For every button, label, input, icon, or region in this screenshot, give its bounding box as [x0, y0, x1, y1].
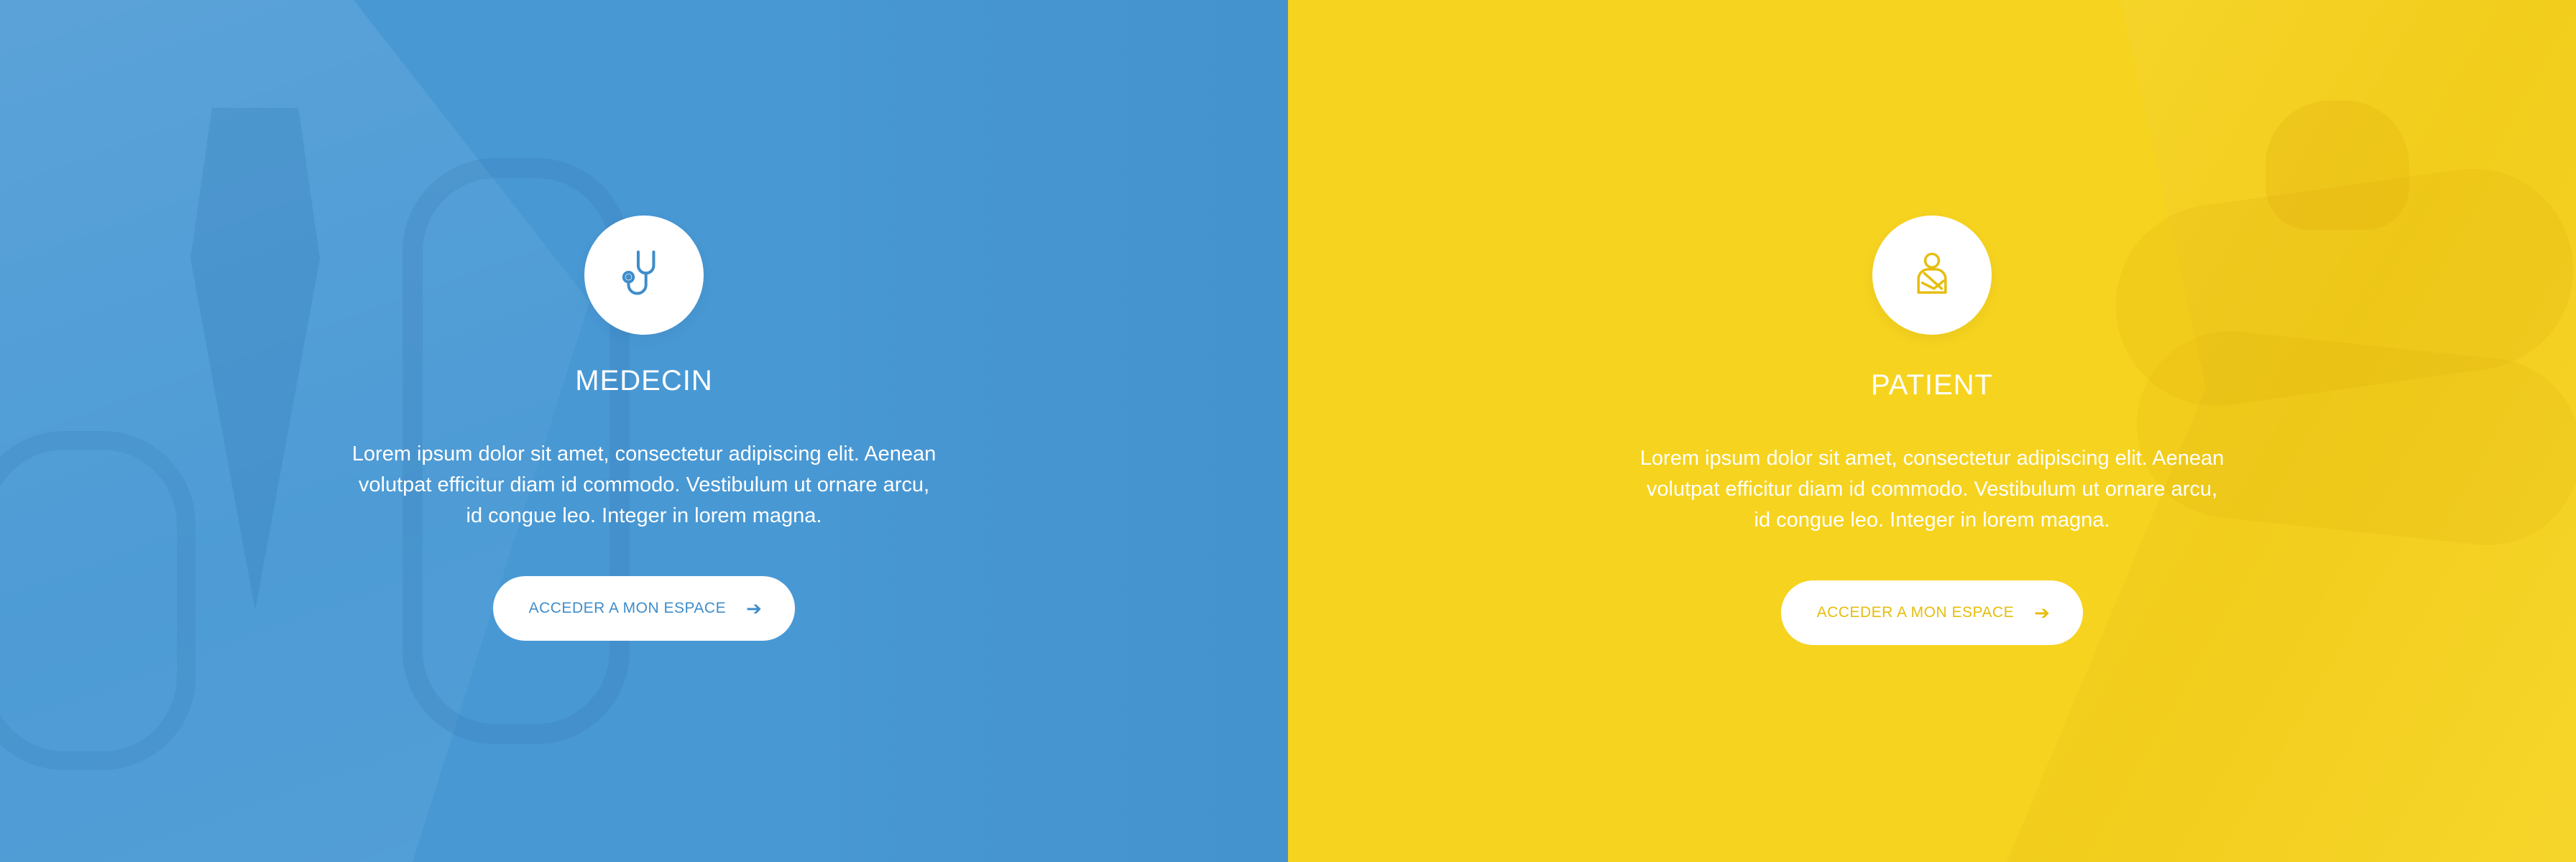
- arrow-right-icon: ➔: [746, 598, 763, 619]
- patient-access-button[interactable]: ACCEDER A MON ESPACE ➔: [1780, 580, 2084, 645]
- patient-content: PATIENT Lorem ipsum dolor sit amet, cons…: [1288, 216, 2576, 645]
- medecin-access-button[interactable]: ACCEDER A MON ESPACE ➔: [492, 576, 796, 641]
- medecin-description: Lorem ipsum dolor sit amet, consectetur …: [351, 442, 937, 527]
- role-selection: MEDECIN Lorem ipsum dolor sit amet, cons…: [0, 0, 2576, 862]
- stethoscope-icon: [622, 250, 656, 295]
- medecin-icon-badge: [584, 216, 704, 335]
- patient-panel: PATIENT Lorem ipsum dolor sit amet, cons…: [1288, 0, 2576, 862]
- patient-icon-badge: [1872, 216, 1992, 335]
- medecin-access-button-label: ACCEDER A MON ESPACE: [528, 600, 727, 616]
- background-photo-hand: [2266, 101, 2409, 230]
- patient-arm-sling-icon: [1917, 252, 1947, 294]
- patient-title: PATIENT: [1871, 369, 1993, 401]
- arrow-right-icon: ➔: [2034, 602, 2051, 624]
- medecin-title: MEDECIN: [575, 365, 713, 397]
- patient-access-button-label: ACCEDER A MON ESPACE: [1816, 604, 2015, 621]
- medecin-panel: MEDECIN Lorem ipsum dolor sit amet, cons…: [0, 0, 1288, 862]
- medecin-content: MEDECIN Lorem ipsum dolor sit amet, cons…: [0, 216, 1288, 641]
- patient-description: Lorem ipsum dolor sit amet, consectetur …: [1639, 447, 2225, 532]
